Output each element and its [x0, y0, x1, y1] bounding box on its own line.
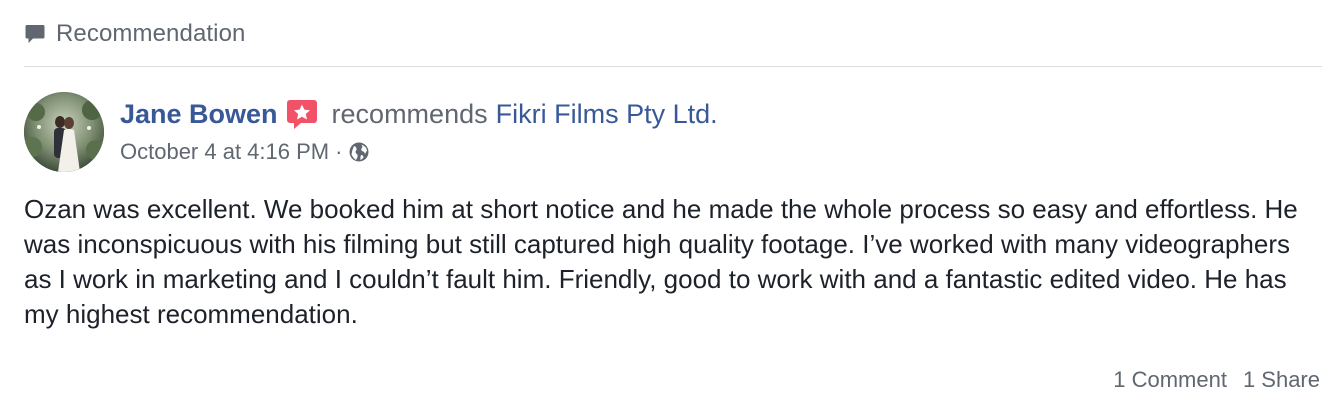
- avatar[interactable]: [24, 92, 104, 172]
- page-name-link[interactable]: Fikri Films Pty Ltd.: [496, 99, 718, 130]
- section-header: Recommendation: [24, 18, 246, 50]
- meta-separator: ·: [335, 139, 343, 164]
- author-name-link[interactable]: Jane Bowen: [120, 99, 278, 130]
- speech-bubble-icon: [24, 23, 46, 45]
- recommends-verb: recommends: [331, 98, 488, 129]
- post-body-text: Ozan was excellent. We booked him at sho…: [24, 194, 1298, 329]
- section-title: Recommendation: [56, 20, 246, 47]
- post-headline: Jane Bowen recommends Fikri Films Pty Lt…: [120, 96, 718, 132]
- divider: [24, 66, 1322, 67]
- globe-icon[interactable]: [348, 141, 370, 163]
- recommendation-star-badge-icon: [286, 98, 318, 130]
- comment-count-link[interactable]: 1 Comment: [1113, 367, 1227, 393]
- share-count-link[interactable]: 1 Share: [1243, 367, 1320, 393]
- post-meta: October 4 at 4:16 PM ·: [120, 138, 370, 166]
- timestamp-link[interactable]: October 4 at 4:16 PM: [120, 139, 329, 165]
- post-footer: 1 Comment 1 Share: [1113, 364, 1320, 396]
